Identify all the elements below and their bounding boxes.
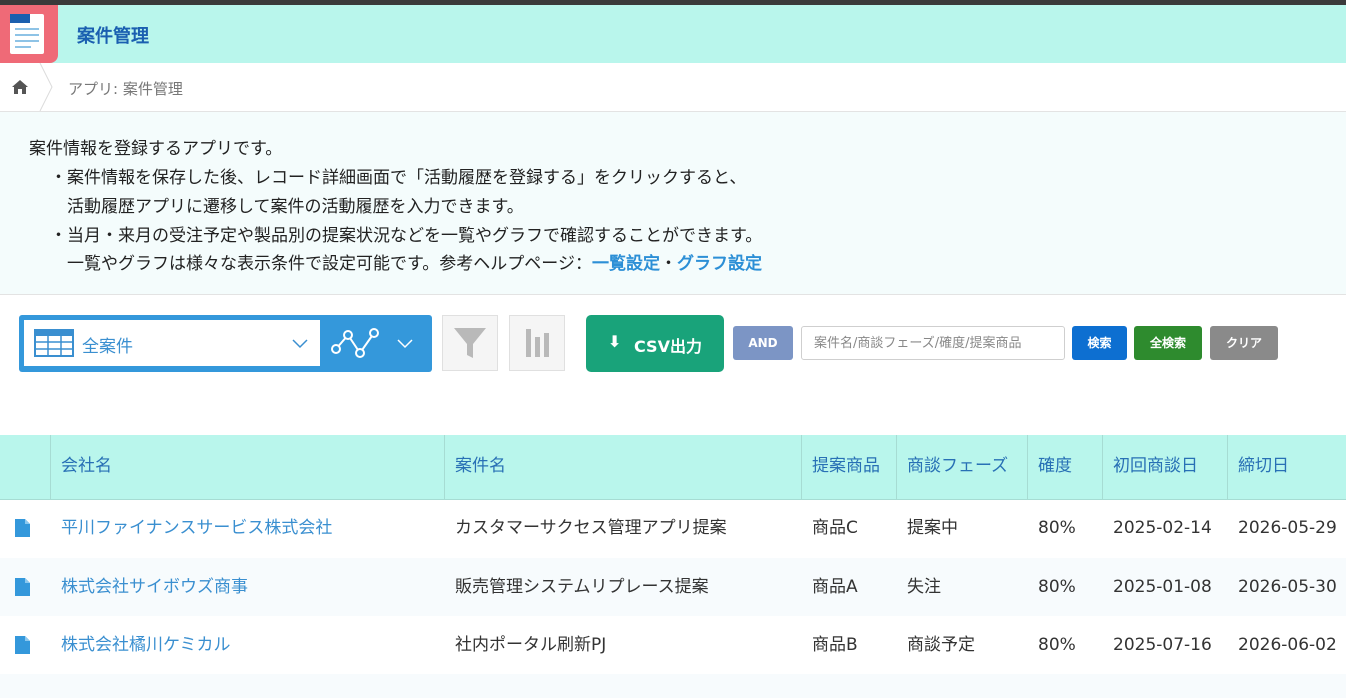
due-date: 2026-05-29 xyxy=(1238,518,1337,538)
column-header-first-meeting[interactable]: 初回商談日 xyxy=(1102,435,1228,499)
home-icon[interactable] xyxy=(11,79,29,95)
csv-export-label: CSV出力 xyxy=(634,337,702,356)
phase: 商談予定 xyxy=(907,635,975,655)
table-row: 株式会社サイボウズ商事 販売管理システムリプレース提案 商品A 失注 80% 2… xyxy=(0,558,1346,616)
deal-name: 販売管理システムリプレース提案 xyxy=(455,577,709,597)
description-line: 活動履歴アプリに遷移して案件の活動履歴を入力できます。 xyxy=(67,197,524,217)
company-link[interactable]: 平川ファイナンスサービス株式会社 xyxy=(51,499,332,557)
column-header-deal[interactable]: 案件名 xyxy=(444,435,802,499)
product: 商品A xyxy=(812,577,858,597)
phase: 提案中 xyxy=(907,518,958,538)
table-row: 株式会社橘川ケミカル 社内ポータル刷新PJ 商品B 商談予定 80% 2025-… xyxy=(0,616,1346,674)
probability: 80% xyxy=(1038,518,1076,538)
search-button[interactable]: 検索 xyxy=(1072,326,1127,360)
table-row xyxy=(0,674,1346,698)
graph-view-icon[interactable] xyxy=(330,327,380,361)
list-settings-link[interactable]: 一覧設定 xyxy=(592,254,660,274)
column-header-probability[interactable]: 確度 xyxy=(1027,435,1103,499)
filter-icon xyxy=(454,328,486,358)
filter-button[interactable] xyxy=(442,315,498,371)
description-line: 案件情報を登録するアプリです。 xyxy=(29,139,283,159)
phase: 失注 xyxy=(907,577,941,597)
deal-name: カスタマーサクセス管理アプリ提案 xyxy=(455,518,727,538)
first-meeting-date: 2025-07-16 xyxy=(1113,635,1212,655)
csv-export-button[interactable]: ⬇ CSV出力 xyxy=(586,315,724,372)
clear-button[interactable]: クリア xyxy=(1210,326,1278,360)
description-line: ・案件情報を保存した後、レコード詳細画面で「活動履歴を登録する」をクリックすると… xyxy=(50,168,747,188)
description-help-line: 一覧やグラフは様々な表示条件で設定可能です。参考ヘルプページ：一覧設定・グラフ設… xyxy=(67,249,762,274)
description-line: ・当月・来月の受注予定や製品別の提案状況などを一覧やグラフで確認することができま… xyxy=(50,226,763,246)
probability: 80% xyxy=(1038,635,1076,655)
app-title[interactable]: 案件管理 xyxy=(77,22,149,48)
all-search-button[interactable]: 全検索 xyxy=(1134,326,1202,360)
graph-button[interactable] xyxy=(509,315,565,371)
record-detail-icon[interactable] xyxy=(15,578,30,596)
graph-settings-link[interactable]: グラフ設定 xyxy=(677,254,762,274)
deal-name: 社内ポータル刷新PJ xyxy=(455,635,607,655)
table-row: 平川ファイナンスサービス株式会社 カスタマーサクセス管理アプリ提案 商品C 提案… xyxy=(0,499,1346,557)
download-icon: ⬇ xyxy=(608,332,622,351)
app-header: 案件管理 xyxy=(0,5,1346,63)
column-header-company[interactable]: 会社名 xyxy=(50,435,445,499)
link-separator: ・ xyxy=(659,254,677,274)
app-icon[interactable] xyxy=(0,5,58,63)
document-icon xyxy=(10,14,44,54)
graph-dropdown-chevron-icon[interactable] xyxy=(397,337,413,349)
due-date: 2026-06-02 xyxy=(1238,635,1337,655)
table-header: 会社名 案件名 提案商品 商談フェーズ 確度 初回商談日 締切日 xyxy=(0,435,1346,500)
breadcrumb: アプリ: 案件管理 xyxy=(0,63,1346,112)
column-header-product[interactable]: 提案商品 xyxy=(801,435,897,499)
breadcrumb-app-link[interactable]: アプリ: 案件管理 xyxy=(68,78,183,99)
view-name: 全案件 xyxy=(82,337,133,357)
company-link[interactable]: 株式会社サイボウズ商事 xyxy=(51,558,248,616)
first-meeting-date: 2025-02-14 xyxy=(1113,518,1212,538)
first-meeting-date: 2025-01-08 xyxy=(1113,577,1212,597)
column-header-phase[interactable]: 商談フェーズ xyxy=(896,435,1028,499)
description-line: 一覧やグラフは様々な表示条件で設定可能です。参考ヘルプページ： xyxy=(67,254,592,274)
probability: 80% xyxy=(1038,577,1076,597)
company-link[interactable]: 株式会社橘川ケミカル xyxy=(51,616,231,674)
bar-chart-icon xyxy=(526,329,549,357)
view-dropdown[interactable]: 全案件 xyxy=(24,320,320,366)
chevron-down-icon xyxy=(292,339,308,349)
due-date: 2026-05-30 xyxy=(1238,577,1337,597)
record-detail-icon[interactable] xyxy=(15,519,30,537)
app-description: 案件情報を登録するアプリです。 ・案件情報を保存した後、レコード詳細画面で「活動… xyxy=(0,112,1346,295)
column-header-due-date[interactable]: 締切日 xyxy=(1227,435,1346,499)
breadcrumb-separator-icon xyxy=(39,63,53,111)
list-view-icon xyxy=(34,329,74,357)
search-input[interactable] xyxy=(801,326,1065,360)
product: 商品B xyxy=(812,635,858,655)
view-selector: 全案件 xyxy=(19,315,432,372)
record-detail-icon[interactable] xyxy=(15,636,30,654)
and-toggle-button[interactable]: AND xyxy=(733,326,793,360)
product: 商品C xyxy=(812,518,858,538)
